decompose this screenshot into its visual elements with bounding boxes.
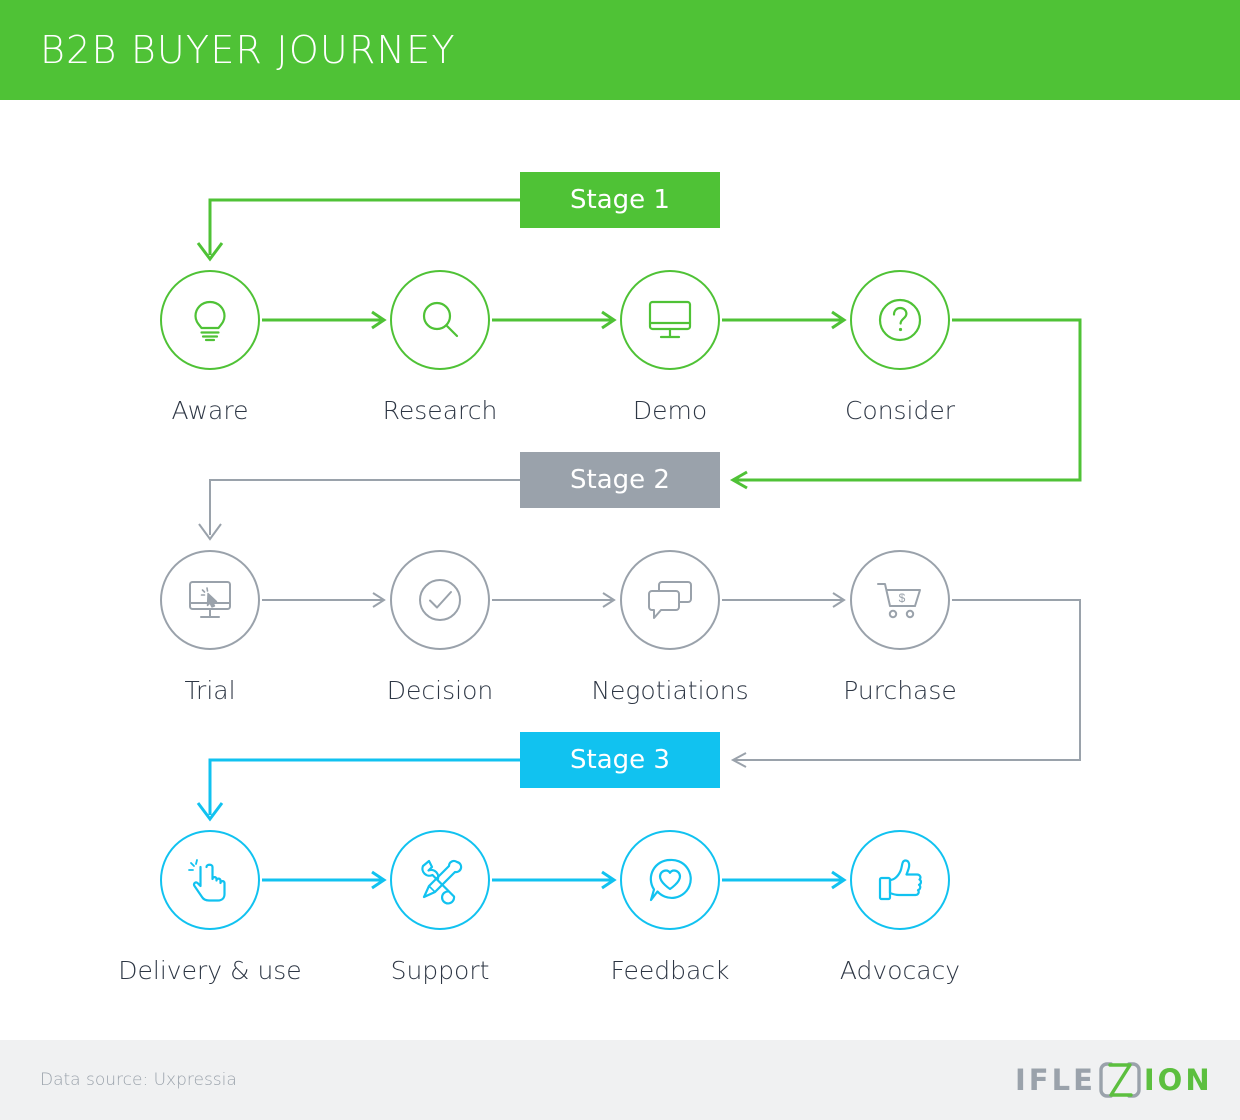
node-decision-label: Decision [386, 676, 494, 705]
node-decision-circle [390, 550, 490, 650]
wrench-screwdriver-icon [421, 859, 463, 905]
node-research-circle [390, 270, 490, 370]
node-trial-circle [160, 550, 260, 650]
iflexion-logo: IFLE ION [1015, 1060, 1213, 1100]
node-trial-label: Trial [184, 676, 236, 705]
node-feedback[interactable]: Feedback [570, 830, 770, 985]
question-mark-icon [878, 298, 922, 342]
node-purchase-label: Purchase [843, 676, 957, 705]
lightbulb-icon [194, 300, 226, 342]
tap-hand-icon [188, 859, 226, 902]
heart-bubble-icon [649, 858, 692, 902]
node-feedback-circle [620, 830, 720, 930]
logo-text-part2: ION [1143, 1063, 1213, 1097]
node-delivery-and-use-label: Delivery & use [118, 956, 302, 985]
node-support[interactable]: Support [340, 830, 540, 985]
node-aware[interactable]: Aware [110, 270, 310, 425]
speech-bubbles-icon [648, 581, 692, 619]
node-aware-circle [160, 270, 260, 370]
node-consider[interactable]: Consider [800, 270, 1000, 425]
stage-badge-2-label: Stage 2 [570, 465, 670, 495]
node-aware-label: Aware [171, 396, 249, 425]
node-decision[interactable]: Decision [340, 550, 540, 705]
node-purchase-circle: $ [850, 550, 950, 650]
node-demo[interactable]: Demo [570, 270, 770, 425]
logo-x-mark-icon [1097, 1060, 1143, 1100]
node-research-label: Research [382, 396, 498, 425]
header-bar: B2B BUYER JOURNEY [0, 0, 1240, 100]
logo-text-part1: IFLE [1015, 1063, 1096, 1097]
check-circle-icon [419, 579, 461, 621]
node-negotiations-circle [620, 550, 720, 650]
node-support-circle [390, 830, 490, 930]
node-negotiations-label: Negotiations [591, 676, 749, 705]
data-source-text: Data source: Uxpressia [40, 1070, 237, 1090]
svg-text:$: $ [899, 591, 906, 605]
node-delivery-and-use[interactable]: Delivery & use [110, 830, 310, 985]
node-consider-label: Consider [844, 396, 956, 425]
shopping-cart-dollar-icon: $ [877, 583, 921, 619]
node-negotiations[interactable]: Negotiations [570, 550, 770, 705]
node-research[interactable]: Research [340, 270, 540, 425]
node-feedback-label: Feedback [610, 956, 730, 985]
node-demo-circle [620, 270, 720, 370]
stage-badge-1[interactable]: Stage 1 [520, 172, 720, 228]
node-advocacy-circle [850, 830, 950, 930]
node-delivery-and-use-circle [160, 830, 260, 930]
node-demo-label: Demo [632, 396, 708, 425]
node-purchase[interactable]: $ Purchase [800, 550, 1000, 705]
stage-badge-1-label: Stage 1 [570, 185, 670, 215]
thumbs-up-icon [878, 859, 923, 901]
monitor-icon [648, 300, 692, 339]
monitor-cursor-icon [189, 581, 231, 618]
node-advocacy-label: Advocacy [839, 956, 961, 985]
node-trial[interactable]: Trial [110, 550, 310, 705]
stage-badge-2[interactable]: Stage 2 [520, 452, 720, 508]
stage-badge-3[interactable]: Stage 3 [520, 732, 720, 788]
page-title: B2B BUYER JOURNEY [40, 28, 456, 72]
stage-badge-3-label: Stage 3 [570, 745, 670, 775]
node-support-label: Support [390, 956, 490, 985]
node-advocacy[interactable]: Advocacy [800, 830, 1000, 985]
magnifier-icon [422, 301, 459, 338]
node-consider-circle [850, 270, 950, 370]
diagram-canvas: Stage 1 Aware Research Demo Consider Sta… [0, 100, 1240, 1040]
